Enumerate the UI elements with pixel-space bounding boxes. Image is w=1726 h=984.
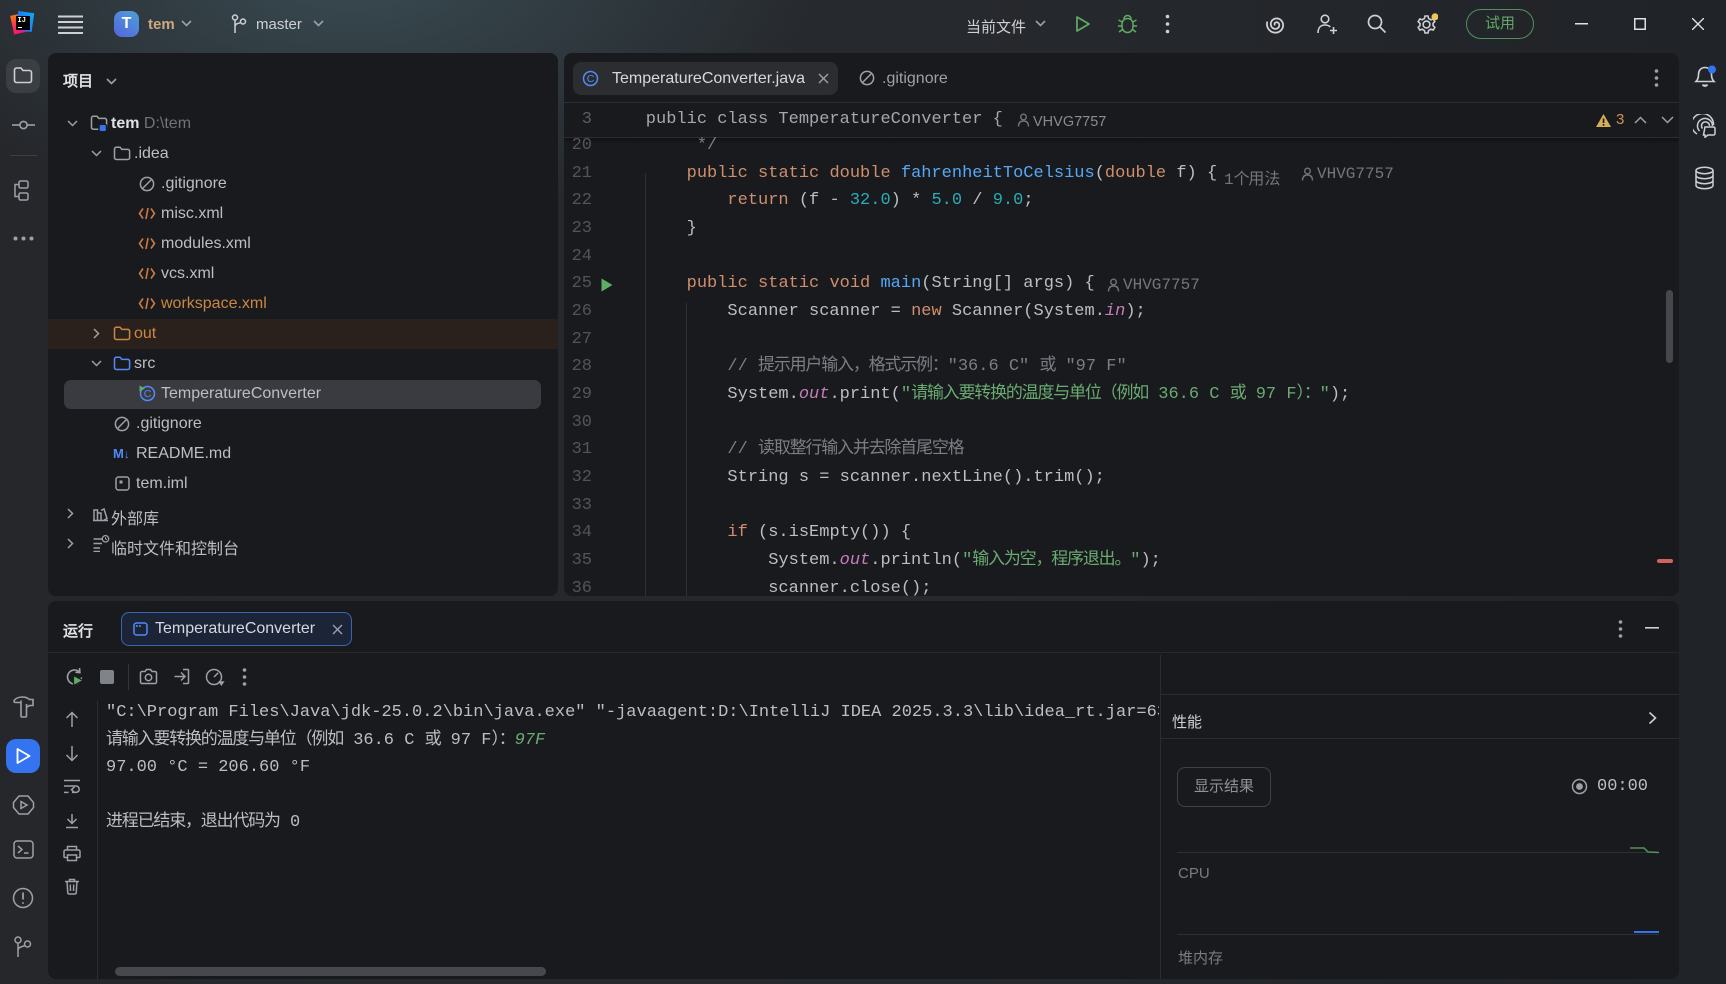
svg-text:C: C	[144, 388, 152, 400]
svg-text:C: C	[587, 73, 595, 85]
